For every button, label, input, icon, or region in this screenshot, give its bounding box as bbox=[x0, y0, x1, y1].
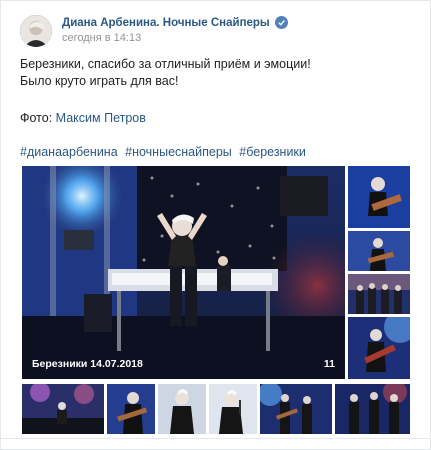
gallery-thumb[interactable] bbox=[348, 231, 410, 271]
hashtag-link[interactable]: #березники bbox=[239, 145, 306, 159]
post-text: Березники, спасибо за отличный приём и э… bbox=[20, 56, 311, 90]
post-timestamp[interactable]: сегодня в 14:13 bbox=[62, 32, 141, 44]
hashtag-link[interactable]: #ночныеснайперы bbox=[125, 145, 232, 159]
hashtags: #дианаарбенина #ночныеснайперы #березник… bbox=[20, 145, 310, 159]
gallery-thumb[interactable] bbox=[348, 166, 410, 228]
gallery-caption: Березники 14.07.2018 bbox=[32, 358, 143, 370]
gallery-thumb[interactable] bbox=[209, 384, 257, 434]
author-avatar[interactable] bbox=[20, 15, 52, 47]
hashtag-link[interactable]: #дианаарбенина bbox=[20, 145, 118, 159]
gallery-thumb[interactable] bbox=[107, 384, 155, 434]
verified-check-icon bbox=[274, 16, 288, 29]
gallery-thumb[interactable] bbox=[22, 384, 104, 434]
gallery-thumb[interactable] bbox=[335, 384, 410, 434]
gallery-thumb[interactable] bbox=[158, 384, 206, 434]
post-divider bbox=[1, 438, 431, 439]
author-name[interactable]: Диана Арбенина. Ночные Снайперы bbox=[62, 17, 270, 29]
photo-credit: Фото: Максим Петров bbox=[20, 111, 146, 125]
photo-count: 11 bbox=[323, 358, 335, 370]
post-text-line-1: Березники, спасибо за отличный приём и э… bbox=[20, 57, 311, 71]
gallery-main-photo[interactable]: Березники 14.07.2018 11 bbox=[22, 166, 345, 379]
gallery-thumb[interactable] bbox=[348, 317, 410, 379]
gallery-thumb[interactable] bbox=[260, 384, 332, 434]
post-text-line-2: Было круто играть для вас! bbox=[20, 74, 179, 88]
concert-photo bbox=[22, 166, 345, 379]
photo-author-link[interactable]: Максим Петров bbox=[56, 111, 146, 125]
photo-credit-prefix: Фото: bbox=[20, 111, 56, 125]
wall-post: Диана Арбенина. Ночные Снайперы сегодня … bbox=[0, 0, 431, 450]
author-name-row: Диана Арбенина. Ночные Снайперы bbox=[62, 16, 288, 29]
gallery-thumb[interactable] bbox=[348, 274, 410, 314]
